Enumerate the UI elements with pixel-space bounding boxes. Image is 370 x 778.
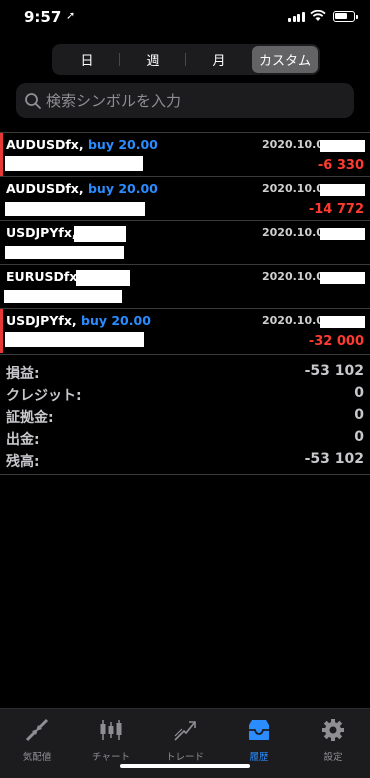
trade-action: buy 20.00: [87, 137, 158, 152]
trade-title: AUDUSDfx, buy 20.00: [6, 137, 158, 152]
summary-row-balance: 残高: -53 102: [0, 449, 370, 471]
settings-icon: [322, 719, 344, 741]
trade-profit: -6 330: [317, 158, 364, 173]
redacted-block: [74, 226, 126, 242]
summary-label: クレジット:: [6, 388, 82, 404]
trade-row[interactable]: AUDUSDfx, buy 20.00 2020.10.01 -14 772: [0, 176, 370, 220]
tab-label: 気配値: [22, 752, 52, 763]
redacted-block: [5, 202, 145, 216]
trade-symbol: AUDUSDfx,: [6, 137, 84, 152]
search-icon: [25, 92, 41, 109]
tab-label: 履歴: [249, 752, 269, 763]
redacted-block: [76, 270, 130, 286]
tab-label: 設定: [323, 752, 343, 763]
redacted-block: [320, 140, 365, 152]
segment-month[interactable]: 月: [186, 46, 252, 73]
battery-icon: [333, 11, 358, 22]
trade-symbol: USDJPYfx,: [6, 313, 77, 328]
summary-value: 0: [354, 385, 364, 401]
summary-label: 出金:: [6, 432, 40, 448]
redacted-block: [320, 316, 365, 328]
trade-row[interactable]: USDJPYfx, buy 20.00 2020.10.01 -32 000: [0, 308, 370, 353]
period-segmented-control: 日 週 月 カスタム: [52, 44, 320, 75]
redacted-block: [320, 272, 365, 284]
redacted-block: [5, 246, 124, 259]
cellular-signal-icon: [288, 12, 305, 22]
segment-week[interactable]: 週: [120, 46, 186, 73]
trade-row[interactable]: AUDUSDfx, buy 20.00 2020.10.01 -6 330: [0, 132, 370, 177]
trade-row[interactable]: USDJPYfx, 2020.10.01: [0, 220, 370, 264]
summary-label: 残高:: [6, 454, 40, 470]
trade-symbol: AUDUSDfx,: [6, 181, 84, 196]
tab-label: チャート: [92, 752, 130, 763]
summary-row-credit: クレジット: 0: [0, 383, 370, 405]
trade-history-list: AUDUSDfx, buy 20.00 2020.10.01 -6 330 AU…: [0, 132, 370, 353]
summary-label: 証拠金:: [6, 410, 54, 426]
summary-row-margin: 証拠金: 0: [0, 405, 370, 427]
search-bar[interactable]: [16, 83, 354, 118]
location-arrow-icon: ➚: [66, 9, 76, 22]
summary-label: 損益:: [6, 366, 40, 382]
trade-title: USDJPYfx,: [6, 225, 77, 240]
trade-title: AUDUSDfx, buy 20.00: [6, 181, 158, 196]
trade-action: buy 20.00: [87, 181, 158, 196]
history-screen: 9:57 ➚ 日 週 月 カスタム AUDUSDfx, buy 20.00: [0, 0, 370, 778]
quotes-icon: [25, 718, 49, 742]
summary-value: -53 102: [304, 363, 364, 379]
summary-value: -53 102: [304, 451, 364, 467]
redacted-block: [5, 332, 144, 347]
trade-profit: -14 772: [308, 202, 364, 217]
trade-title: EURUSDfx,: [6, 269, 82, 284]
redacted-block: [4, 290, 122, 303]
trade-symbol: USDJPYfx,: [6, 225, 77, 240]
search-input[interactable]: [46, 91, 336, 110]
tab-quotes[interactable]: 気配値: [0, 709, 74, 778]
tab-settings[interactable]: 設定: [296, 709, 370, 778]
tab-label: トレード: [165, 752, 204, 763]
summary-value: 0: [354, 407, 364, 423]
segment-day[interactable]: 日: [54, 46, 120, 73]
history-icon: [249, 720, 269, 740]
trade-action: buy 20.00: [81, 313, 151, 328]
home-indicator: [120, 764, 250, 768]
segment-custom[interactable]: カスタム: [252, 46, 318, 73]
summary-value: 0: [354, 429, 364, 445]
divider: [0, 474, 370, 475]
redacted-block: [5, 156, 143, 171]
trade-profit: -32 000: [308, 334, 364, 349]
trade-title: USDJPYfx, buy 20.00: [6, 313, 151, 328]
trade-row[interactable]: EURUSDfx, 2020.10.01: [0, 264, 370, 308]
trade-symbol: EURUSDfx,: [6, 269, 83, 284]
wifi-icon: [310, 10, 326, 21]
account-summary: 損益: -53 102 クレジット: 0 証拠金: 0 出金: 0 残高: -5…: [0, 354, 370, 471]
status-time: 9:57: [24, 8, 62, 26]
trade-icon: [174, 721, 196, 741]
redacted-block: [320, 184, 365, 196]
summary-row-profit: 損益: -53 102: [0, 361, 370, 383]
redacted-block: [320, 228, 365, 240]
status-bar: 9:57 ➚: [0, 0, 370, 36]
chart-icon: [100, 720, 122, 740]
summary-row-withdrawal: 出金: 0: [0, 427, 370, 449]
